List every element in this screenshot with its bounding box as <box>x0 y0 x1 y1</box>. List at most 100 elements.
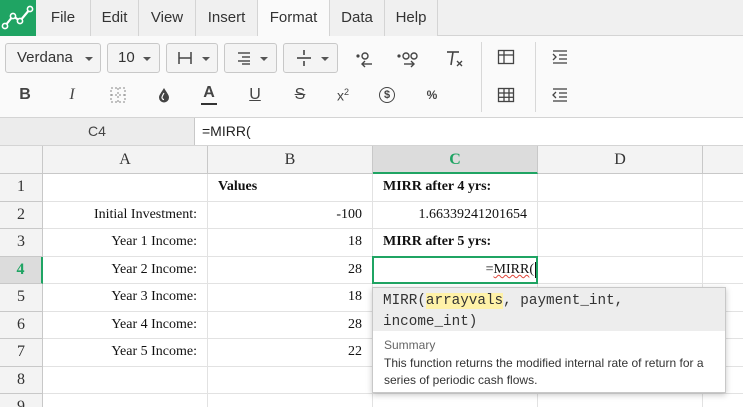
font-size-dropdown[interactable]: 10 <box>107 43 160 73</box>
cell-b4[interactable]: 28 <box>208 256 373 284</box>
cell-name-box[interactable]: C4 <box>0 118 195 145</box>
cell-d2[interactable] <box>538 201 703 229</box>
cell-b8[interactable] <box>208 366 373 394</box>
row-header[interactable]: 8 <box>0 366 43 394</box>
horizontal-align-dropdown[interactable] <box>166 43 218 73</box>
increase-indent-button[interactable] <box>546 44 574 70</box>
row-header[interactable]: 2 <box>0 201 43 229</box>
insert-table-button[interactable] <box>492 44 520 70</box>
cell-b7[interactable]: 22 <box>208 339 373 367</box>
borders-button[interactable] <box>104 82 132 108</box>
menu-help[interactable]: Help <box>385 0 438 36</box>
function-args-line2: income_int) <box>383 314 478 330</box>
percent-format-button[interactable]: % <box>418 82 446 108</box>
cell-e2[interactable] <box>703 202 743 229</box>
cell-e1[interactable] <box>703 174 743 202</box>
font-color-button[interactable]: A <box>195 82 223 108</box>
increase-decimal-icon <box>397 52 418 68</box>
select-all-corner[interactable] <box>0 146 43 174</box>
cell-d9[interactable] <box>538 394 703 407</box>
column-header-d[interactable]: D <box>538 146 703 174</box>
table-grid-button[interactable] <box>492 82 520 108</box>
row-header[interactable]: 1 <box>0 174 43 202</box>
cell-b3[interactable]: 18 <box>208 229 373 257</box>
cell-editor-suffix: ( <box>529 262 534 277</box>
fill-color-button[interactable] <box>150 82 178 108</box>
chevron-down-icon <box>260 57 268 61</box>
toolbar: Verdana 10 B I A U S x2 $ % <box>0 36 743 118</box>
increase-decimal-button[interactable] <box>394 46 422 72</box>
cell-a2[interactable]: Initial Investment: <box>43 201 208 229</box>
app-logo <box>0 0 36 36</box>
cell-b2[interactable]: -100 <box>208 201 373 229</box>
cell-b1[interactable]: Values <box>208 174 373 202</box>
underline-icon: U <box>249 86 261 103</box>
italic-button[interactable]: I <box>58 82 86 108</box>
font-family-dropdown[interactable]: Verdana <box>5 43 101 73</box>
cell-a4[interactable]: Year 2 Income: <box>43 256 208 284</box>
formula-input[interactable]: =MIRR( <box>202 118 251 145</box>
clear-formatting-button[interactable] <box>440 46 468 72</box>
underline-button[interactable]: U <box>241 82 269 108</box>
row-header[interactable]: 3 <box>0 229 43 257</box>
cell-c9[interactable] <box>373 394 538 407</box>
row-header[interactable]: 5 <box>0 284 43 312</box>
cell-a3[interactable]: Year 1 Income: <box>43 229 208 257</box>
row-header[interactable]: 9 <box>0 394 43 407</box>
cell-e9[interactable] <box>703 394 743 407</box>
chevron-down-icon <box>202 57 210 61</box>
increase-indent-icon <box>552 50 567 64</box>
active-cell-c4-editor[interactable]: = MIRR( <box>372 256 538 284</box>
menu-view[interactable]: View <box>139 0 196 36</box>
cell-d4[interactable] <box>538 256 703 284</box>
fill-color-icon <box>159 88 169 103</box>
menu-insert[interactable]: Insert <box>196 0 258 36</box>
column-header-b[interactable]: B <box>208 146 373 174</box>
menu-format[interactable]: Format <box>258 0 330 37</box>
function-arg-current: arrayvals <box>425 293 504 309</box>
align-right-icon <box>238 52 250 65</box>
row-header[interactable]: 4 <box>0 256 43 284</box>
horizontal-align-icon <box>178 52 192 64</box>
cell-c3[interactable]: MIRR after 5 yrs: <box>373 229 538 257</box>
column-header-a[interactable]: A <box>43 146 208 174</box>
cell-a9[interactable] <box>43 394 208 407</box>
column-header-e[interactable] <box>703 146 743 174</box>
cell-e4[interactable] <box>703 257 743 284</box>
column-header-c[interactable]: C <box>373 146 538 174</box>
strikethrough-button[interactable]: S <box>286 82 314 108</box>
cell-b5[interactable]: 18 <box>208 284 373 312</box>
font-color-icon: A <box>203 84 215 101</box>
function-name: MIRR( <box>383 293 426 309</box>
decrease-decimal-button[interactable] <box>350 46 378 72</box>
cell-e3[interactable] <box>703 229 743 257</box>
grid-icon <box>497 87 515 103</box>
cell-c2[interactable]: 1.66339241201654 <box>373 201 538 229</box>
row-header[interactable]: 7 <box>0 339 43 367</box>
superscript-button[interactable]: x2 <box>329 82 357 108</box>
decrease-indent-button[interactable] <box>546 82 574 108</box>
font-color-swatch <box>201 103 217 105</box>
cell-d3[interactable] <box>538 229 703 257</box>
menu-edit[interactable]: Edit <box>91 0 139 36</box>
cell-a5[interactable]: Year 3 Income: <box>43 284 208 312</box>
cell-b6[interactable]: 28 <box>208 311 373 339</box>
table-icon <box>497 49 515 65</box>
cell-a6[interactable]: Year 4 Income: <box>43 311 208 339</box>
bold-button[interactable]: B <box>11 82 39 108</box>
borders-icon <box>110 87 126 103</box>
menu-file[interactable]: File <box>36 0 91 36</box>
cell-d1[interactable] <box>538 174 703 202</box>
cell-a7[interactable]: Year 5 Income: <box>43 339 208 367</box>
currency-format-button[interactable]: $ <box>373 82 401 108</box>
cell-b9[interactable] <box>208 394 373 407</box>
vertical-align-dropdown[interactable] <box>283 43 338 73</box>
cell-a1[interactable] <box>43 174 208 202</box>
cell-c1[interactable]: MIRR after 4 yrs: <box>373 174 538 202</box>
logo-line-chart-icon <box>1 5 34 30</box>
text-align-dropdown[interactable] <box>224 43 277 73</box>
row-header[interactable]: 6 <box>0 311 43 339</box>
font-family-value: Verdana <box>17 49 73 66</box>
menu-data[interactable]: Data <box>330 0 385 36</box>
cell-a8[interactable] <box>43 366 208 394</box>
